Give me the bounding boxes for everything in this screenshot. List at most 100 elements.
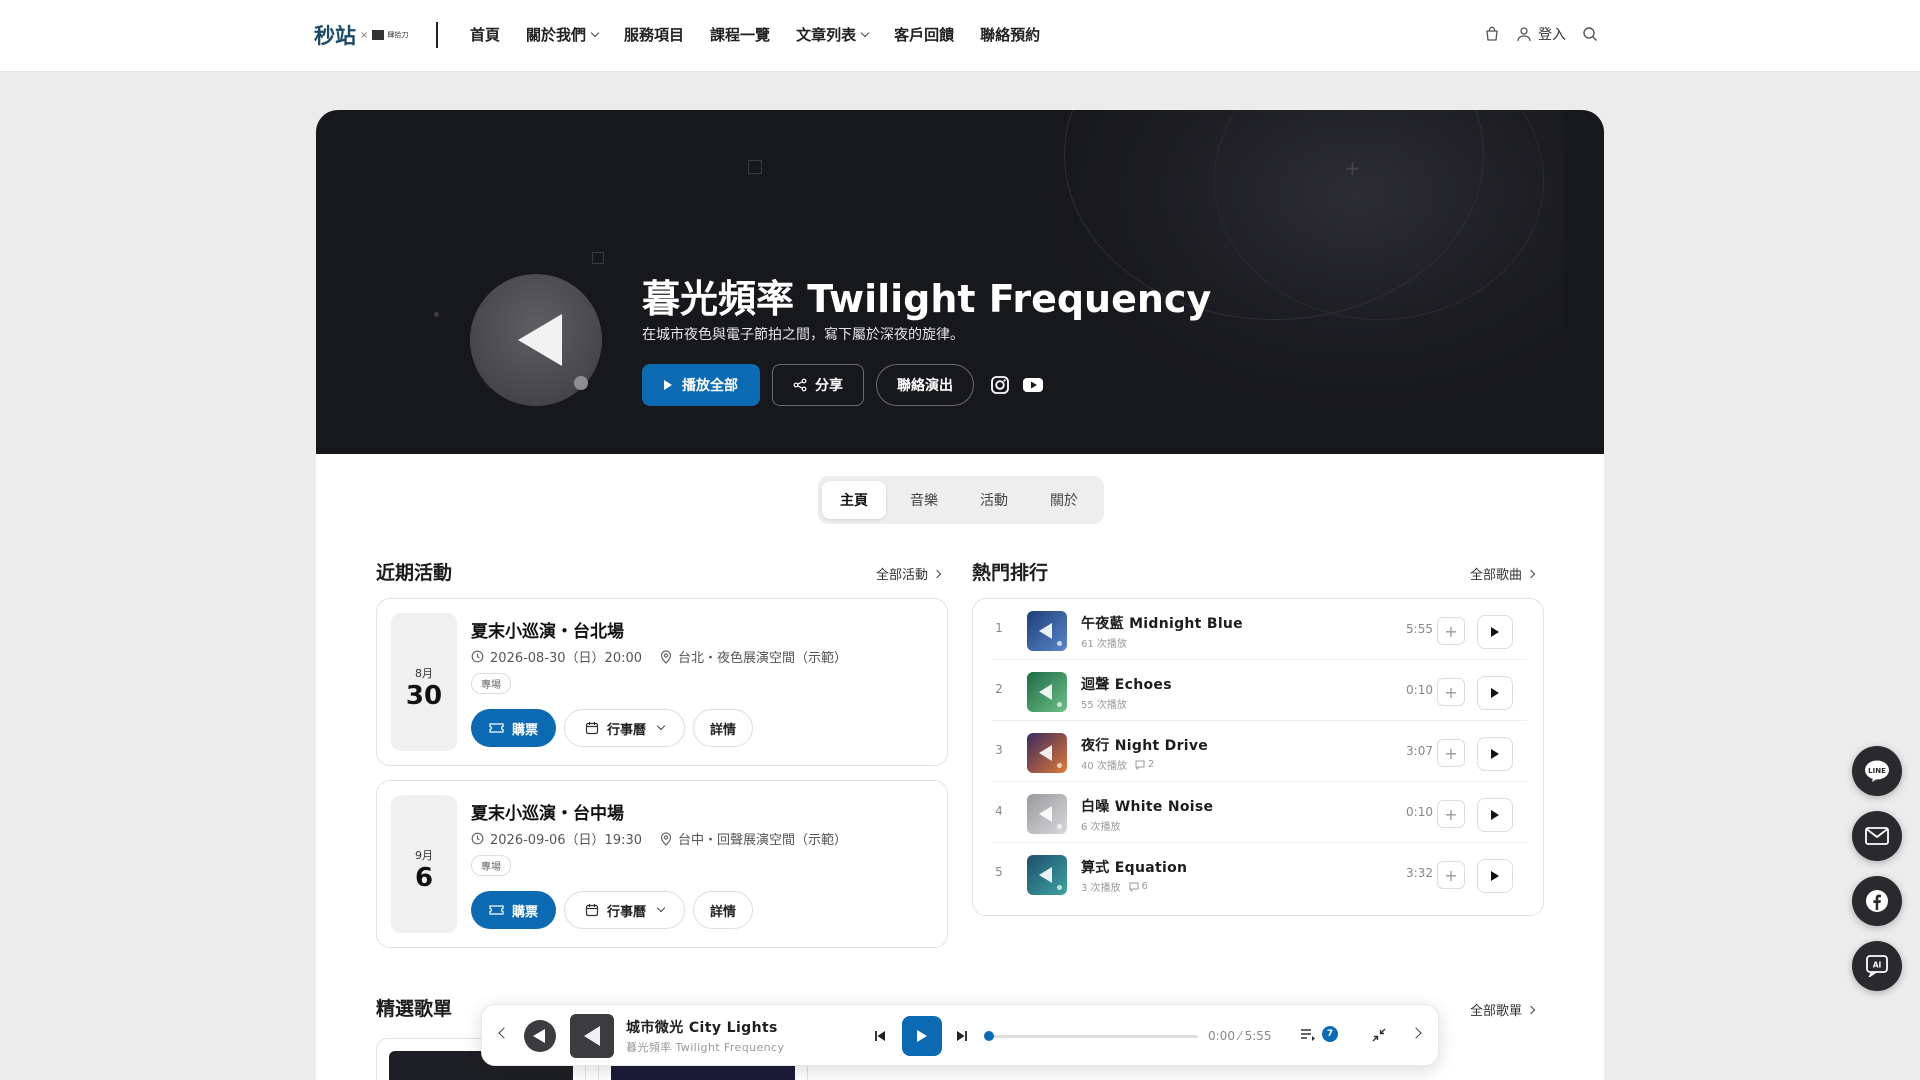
track-rank: 5: [995, 865, 1003, 879]
event-tag: 專場: [471, 855, 511, 876]
nav-item-home[interactable]: 首頁: [470, 24, 500, 45]
nav-item-services[interactable]: 服務項目: [624, 24, 684, 45]
logo-partner: 肆拾刀: [372, 30, 408, 40]
add-to-queue-button[interactable]: +: [1437, 800, 1465, 828]
all-events-link[interactable]: 全部活動: [876, 564, 942, 583]
artist-name: 暮光頻率 Twilight Frequency: [642, 277, 1212, 321]
play-icon: [664, 380, 672, 390]
track-duration: 0:10: [1406, 683, 1433, 697]
play-icon: [1491, 810, 1499, 820]
track-stats: 6 次播放: [1081, 818, 1121, 833]
nav-item-label: 聯絡預約: [980, 26, 1041, 44]
login-link[interactable]: 登入: [1538, 24, 1566, 44]
add-to-queue-button[interactable]: +: [1437, 861, 1465, 889]
track-play-count: 61 次播放: [1081, 639, 1127, 650]
event-month: 8月: [415, 667, 433, 680]
play-icon: [1491, 749, 1499, 759]
add-to-calendar-button[interactable]: 行事曆: [564, 891, 686, 929]
tab-home[interactable]: 主頁: [822, 481, 886, 519]
tab-music[interactable]: 音樂: [892, 481, 956, 519]
track-row[interactable]: 5 算式 Equation 3 次播放 6 3:32 +: [991, 843, 1527, 904]
nav-item-testimonials[interactable]: 客戶回饋: [894, 24, 954, 45]
nav-item-courses[interactable]: 課程一覽: [710, 24, 770, 45]
play-track-button[interactable]: [1477, 676, 1513, 710]
location-pin-icon: [660, 649, 672, 664]
track-row[interactable]: 2 迴聲 Echoes 55 次播放 0:10 +: [991, 660, 1527, 721]
nav-item-contact[interactable]: 聯絡預約: [980, 24, 1040, 45]
share-button[interactable]: 分享: [772, 364, 864, 406]
play-track-button[interactable]: [1477, 615, 1513, 649]
tab-about[interactable]: 關於: [1032, 481, 1096, 519]
nav-item-articles[interactable]: 文章列表: [796, 24, 870, 45]
hero-decor-plus: +: [1344, 156, 1361, 180]
nav-item-about[interactable]: 關於我們: [526, 24, 600, 45]
chevron-right-icon: [932, 569, 942, 578]
all-songs-link[interactable]: 全部歌曲: [1470, 564, 1536, 583]
chevron-left-icon[interactable]: [498, 1027, 510, 1039]
line-contact-button[interactable]: LINE: [1852, 746, 1902, 796]
add-to-queue-button[interactable]: +: [1437, 617, 1465, 645]
skip-back-icon: [875, 1031, 885, 1041]
event-title: 夏末小巡演・台中場: [471, 804, 624, 824]
youtube-icon[interactable]: [1022, 377, 1044, 393]
email-contact-button[interactable]: [1852, 811, 1902, 861]
track-cover: [1027, 672, 1067, 712]
track-row[interactable]: 4 白噪 White Noise 6 次播放 0:10 +: [991, 782, 1527, 843]
all-events-label: 全部活動: [876, 568, 929, 583]
track-rank: 3: [995, 743, 1003, 757]
site-logo[interactable]: 秒站 × 肆拾刀: [314, 20, 408, 50]
next-track-button[interactable]: [956, 1030, 968, 1042]
play-pause-button[interactable]: [902, 1016, 942, 1056]
play-track-button[interactable]: [1477, 737, 1513, 771]
buy-ticket-button[interactable]: 購票: [471, 709, 557, 747]
instagram-icon[interactable]: [990, 375, 1010, 395]
add-to-calendar-button[interactable]: 行事曆: [564, 709, 686, 747]
all-playlists-link[interactable]: 全部歌單: [1470, 1000, 1536, 1019]
chevron-down-icon: [656, 903, 666, 913]
play-track-button[interactable]: [1477, 859, 1513, 893]
top-navbar: 秒站 × 肆拾刀 首頁 關於我們 服務項目 課程一覽 文章列表 客戶回饋 聯絡預…: [0, 0, 1920, 72]
artist-tabs: 主頁 音樂 活動 關於: [818, 476, 1104, 524]
contact-booking-button[interactable]: 聯絡演出: [876, 364, 974, 406]
track-cover: [1027, 611, 1067, 651]
previous-track-button[interactable]: [874, 1030, 886, 1042]
progress-knob[interactable]: [984, 1031, 994, 1041]
event-details-button[interactable]: 詳情: [693, 709, 754, 747]
event-date-badge: 8月 30: [391, 613, 457, 751]
play-track-button[interactable]: [1477, 798, 1513, 832]
artist-disc-icon: [524, 1020, 556, 1052]
logo-cross: ×: [360, 29, 369, 41]
hero-decor-dot: [434, 312, 439, 317]
event-details-button[interactable]: 詳情: [693, 891, 754, 929]
add-to-queue-button[interactable]: +: [1437, 678, 1465, 706]
nav-actions: 登入: [1484, 24, 1598, 44]
buy-ticket-label: 購票: [512, 904, 539, 920]
buy-ticket-button[interactable]: 購票: [471, 891, 557, 929]
track-title: 午夜藍 Midnight Blue: [1081, 616, 1243, 632]
add-to-queue-button[interactable]: +: [1437, 739, 1465, 767]
comment-icon: [1135, 760, 1145, 770]
track-row[interactable]: 1 午夜藍 Midnight Blue 61 次播放 5:55 +: [991, 599, 1527, 660]
track-row[interactable]: 3 夜行 Night Drive 40 次播放 2 3:07 +: [991, 721, 1527, 782]
top-tracks-list: 1 午夜藍 Midnight Blue 61 次播放 5:55 +2 迴聲 Echoes 5…: [972, 598, 1544, 916]
chevron-right-icon[interactable]: [1410, 1027, 1422, 1039]
minimize-player-button[interactable]: [1372, 1027, 1386, 1046]
ai-assistant-button[interactable]: AI: [1852, 941, 1902, 991]
track-play-count: 6 次播放: [1081, 822, 1121, 833]
shopping-bag-icon[interactable]: [1484, 26, 1500, 42]
artist-hero-banner: + 暮光頻率 Twilight Frequency 在城市夜色與電子節拍之間，寫…: [316, 110, 1604, 454]
search-icon[interactable]: [1582, 26, 1598, 42]
artist-avatar: [470, 274, 602, 406]
main-menu: 首頁 關於我們 服務項目 課程一覽 文章列表 客戶回饋 聯絡預約: [470, 24, 1040, 45]
track-title: 夜行 Night Drive: [1081, 738, 1209, 754]
nav-item-label: 關於我們: [526, 26, 587, 44]
chevron-down-icon: [656, 721, 666, 731]
user-icon[interactable]: [1516, 26, 1532, 42]
play-all-button[interactable]: 播放全部: [642, 364, 760, 406]
tab-events[interactable]: 活動: [962, 481, 1026, 519]
progress-slider[interactable]: [984, 1031, 1198, 1041]
facebook-contact-button[interactable]: [1852, 876, 1902, 926]
track-stats: 61 次播放: [1081, 635, 1127, 650]
artist-page-card: + 暮光頻率 Twilight Frequency 在城市夜色與電子節拍之間，寫…: [316, 110, 1604, 1080]
queue-button[interactable]: [1300, 1027, 1316, 1046]
